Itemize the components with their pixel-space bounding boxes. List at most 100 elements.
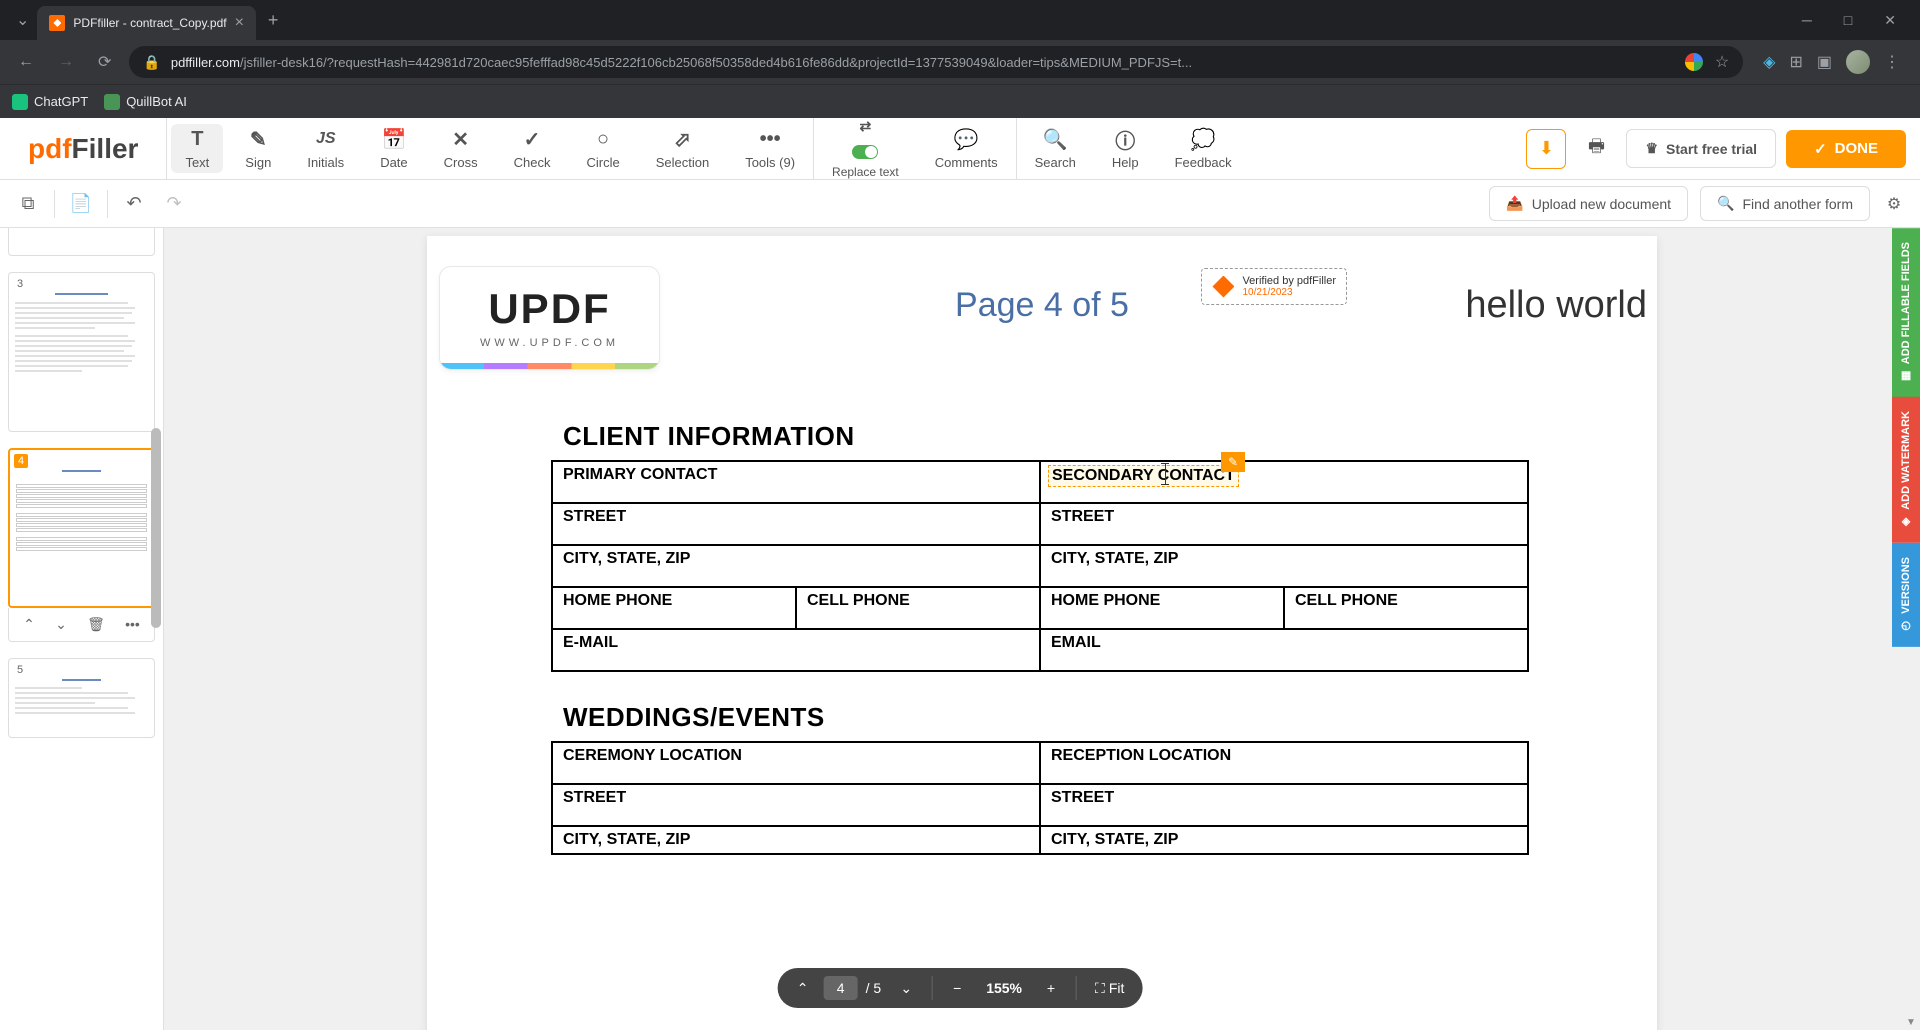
shield-extension-icon[interactable]: ◈ — [1763, 52, 1775, 72]
address-bar-row: ← → ⟳ 🔒 pdffiller.com/jsfiller-desk16/?r… — [0, 40, 1920, 84]
text-tool[interactable]: T Text — [171, 124, 223, 173]
feedback-tool[interactable]: 💭 Feedback — [1157, 118, 1250, 179]
cell-street-left[interactable]: STREET — [552, 503, 1040, 545]
redo-button[interactable]: ↷ — [156, 186, 192, 222]
thumbnail-scrollbar[interactable] — [151, 428, 161, 628]
search-tool[interactable]: 🔍 Search — [1017, 118, 1094, 179]
main-area: 3 4 — [0, 228, 1920, 1030]
print-button[interactable]: 🖶 — [1576, 129, 1616, 169]
forward-button[interactable]: → — [52, 47, 80, 77]
cell-home-phone-right[interactable]: HOME PHONE — [1040, 587, 1284, 629]
start-trial-button[interactable]: ♛ Start free trial — [1626, 129, 1776, 168]
date-tool[interactable]: 📅 Date — [362, 118, 425, 179]
page-number-input[interactable] — [824, 976, 858, 1000]
fit-button[interactable]: ⛶ Fit — [1085, 980, 1134, 997]
cell-email-right[interactable]: EMAIL — [1040, 629, 1528, 671]
browser-tab[interactable]: PDFfiller - contract_Copy.pdf × — [37, 6, 256, 40]
minimize-button[interactable]: ─ — [1794, 8, 1820, 33]
cell-secondary-contact[interactable]: SECONDARY CONTACT ✎ X — [1040, 461, 1528, 503]
check-tool[interactable]: ✓ Check — [496, 118, 569, 179]
cell-primary-contact[interactable]: PRIMARY CONTACT — [552, 461, 1040, 503]
bookmark-quillbot[interactable]: QuillBot AI — [104, 94, 187, 110]
tool-label: Tools (9) — [745, 155, 795, 170]
edit-indicator-icon[interactable]: ✎ — [1221, 452, 1245, 472]
thumb-delete[interactable]: 🗑 — [81, 614, 111, 635]
document-page[interactable]: UPDF WWW.UPDF.COM Page 4 of 5 Verified b… — [427, 236, 1657, 1030]
find-form-button[interactable]: 🔍 Find another form — [1700, 186, 1870, 221]
circle-tool[interactable]: ○ Circle — [568, 118, 637, 179]
cell-city-right[interactable]: CITY, STATE, ZIP — [1040, 545, 1528, 587]
thumbnail-page-2-partial[interactable] — [8, 228, 155, 256]
cell-city-ceremony[interactable]: CITY, STATE, ZIP — [552, 826, 1040, 854]
bookmark-chatgpt[interactable]: ChatGPT — [12, 94, 88, 110]
document-viewport[interactable]: UPDF WWW.UPDF.COM Page 4 of 5 Verified b… — [164, 228, 1920, 1030]
cell-cell-phone-right[interactable]: CELL PHONE — [1284, 587, 1528, 629]
add-page-button[interactable]: 📄 — [63, 186, 99, 222]
extensions-icon[interactable]: ⊞ — [1789, 52, 1802, 72]
thumbnail-page-5[interactable]: 5 — [8, 658, 155, 738]
page-number-label: Page 4 of 5 — [955, 286, 1129, 325]
settings-button[interactable]: ⚙ — [1876, 186, 1912, 222]
sign-tool[interactable]: ✎ Sign — [227, 118, 289, 179]
selection-tool[interactable]: ⬀ Selection — [638, 118, 727, 179]
site-info-icon[interactable]: 🔒 — [143, 54, 160, 71]
zoom-out-button[interactable]: − — [940, 971, 974, 1005]
thumbnail-page-4[interactable]: 4 — [8, 448, 155, 642]
bookmark-star-icon[interactable]: ☆ — [1715, 52, 1729, 72]
new-tab-button[interactable]: + — [256, 2, 291, 39]
comments-tool[interactable]: 💬 Comments — [917, 118, 1016, 179]
thumb-more[interactable]: ••• — [119, 614, 146, 635]
prev-page-button[interactable]: ⌃ — [786, 971, 820, 1005]
hello-world-annotation[interactable]: hello world — [1465, 284, 1647, 327]
thumbnail-page-3[interactable]: 3 — [8, 272, 155, 432]
download-button[interactable]: ⬇ — [1526, 129, 1566, 169]
upload-document-button[interactable]: 📤 Upload new document — [1489, 186, 1688, 221]
profile-avatar[interactable] — [1846, 50, 1870, 74]
cell-cell-phone-left[interactable]: CELL PHONE — [796, 587, 1040, 629]
browser-menu-icon[interactable]: ⋮ — [1884, 52, 1900, 72]
add-watermark-tab[interactable]: ◈ ADD WATERMARK — [1892, 397, 1920, 543]
cell-city-reception[interactable]: CITY, STATE, ZIP — [1040, 826, 1528, 854]
google-icon[interactable] — [1685, 53, 1703, 71]
initials-tool[interactable]: JS Initials — [289, 118, 362, 179]
tab-search-dropdown[interactable]: ⌄ — [8, 2, 37, 38]
check-icon: ✓ — [524, 127, 541, 151]
cell-street-reception[interactable]: STREET — [1040, 784, 1528, 826]
thumb-move-down[interactable]: ⌄ — [49, 614, 73, 635]
zoom-level: 155% — [978, 980, 1030, 996]
undo-button[interactable]: ↶ — [116, 186, 152, 222]
versions-tab[interactable]: ◷ VERSIONS — [1892, 543, 1920, 647]
done-check-icon: ✓ — [1814, 140, 1827, 158]
zoom-in-button[interactable]: + — [1034, 971, 1068, 1005]
help-tool[interactable]: ⓘ Help — [1094, 118, 1157, 179]
thumbnails-panel[interactable]: 3 4 — [0, 228, 164, 1030]
next-page-button[interactable]: ⌄ — [889, 971, 923, 1005]
thumb-number: 3 — [13, 277, 27, 291]
tab-close-button[interactable]: × — [235, 14, 244, 32]
cell-street-right[interactable]: STREET — [1040, 503, 1528, 545]
sidepanel-icon[interactable]: ▣ — [1817, 52, 1832, 72]
maximize-button[interactable]: □ — [1836, 8, 1860, 33]
cell-home-phone-left[interactable]: HOME PHONE — [552, 587, 796, 629]
add-fillable-fields-tab[interactable]: ▦ ADD FILLABLE FIELDS — [1892, 228, 1920, 397]
done-button[interactable]: ✓ DONE — [1786, 130, 1906, 168]
bookmarks-bar: ChatGPT QuillBot AI — [0, 84, 1920, 118]
url-bar[interactable]: 🔒 pdffiller.com/jsfiller-desk16/?request… — [129, 46, 1743, 78]
verified-badge[interactable]: Verified by pdfFiller 10/21/2023 — [1201, 268, 1347, 305]
cell-email-left[interactable]: E-MAIL — [552, 629, 1040, 671]
text-selection-highlight[interactable]: SECONDARY CONTACT — [1048, 465, 1239, 487]
cell-ceremony[interactable]: CEREMONY LOCATION — [552, 742, 1040, 784]
cell-reception[interactable]: RECEPTION LOCATION — [1040, 742, 1528, 784]
reload-button[interactable]: ⟳ — [92, 46, 117, 78]
close-window-button[interactable]: ✕ — [1876, 8, 1904, 33]
cross-tool[interactable]: ✕ Cross — [426, 118, 496, 179]
replace-text-tool[interactable]: ⇄ Replace text — [814, 118, 917, 179]
back-button[interactable]: ← — [12, 47, 40, 77]
cell-city-left[interactable]: CITY, STATE, ZIP — [552, 545, 1040, 587]
tools-menu[interactable]: ••• Tools (9) — [727, 118, 813, 179]
thumb-move-up[interactable]: ⌃ — [17, 614, 41, 635]
cell-street-ceremony[interactable]: STREET — [552, 784, 1040, 826]
tab-label: ADD FILLABLE FIELDS — [1900, 242, 1912, 364]
pages-panel-button[interactable]: ⧉ — [10, 186, 46, 222]
pdffiller-logo[interactable]: pdfFiller — [0, 118, 166, 179]
